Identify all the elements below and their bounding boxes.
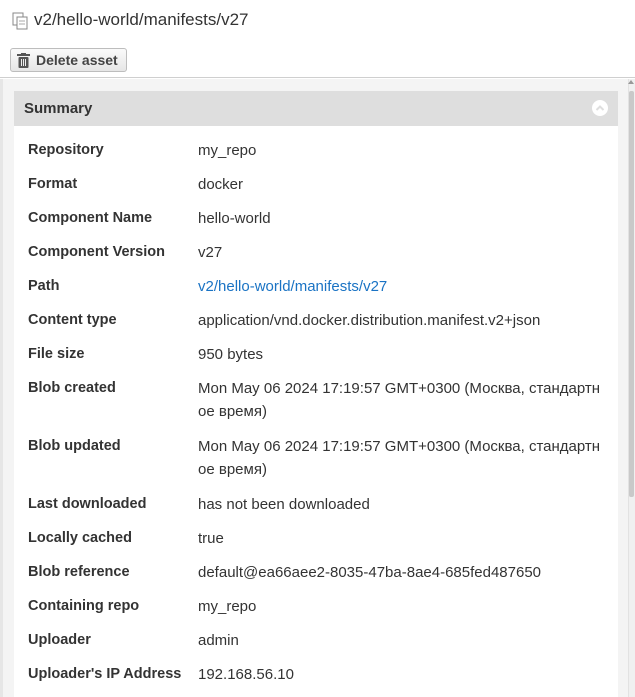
row-blob-updated: Blob updated Mon May 06 2024 17:19:57 GM… [14, 435, 618, 493]
row-label: Component Name [28, 210, 153, 226]
row-label: Blob updated [28, 438, 121, 454]
row-value: my_repo [198, 142, 257, 159]
path-link[interactable]: v2/hello-world/manifests/v27 [198, 275, 608, 309]
scroll-up-arrow-icon[interactable] [628, 80, 634, 84]
row-locally-cached: Locally cached true [14, 527, 618, 561]
row-value: docker [198, 176, 244, 193]
vertical-scrollbar[interactable] [628, 79, 635, 697]
content-area: Summary Repository my_repo Format docker… [0, 79, 635, 697]
row-label: Last downloaded [28, 496, 147, 512]
scrollbar-thumb[interactable] [629, 91, 634, 497]
chevron-up-icon [595, 105, 605, 111]
row-value: Mon May 06 2024 17:19:57 GMT+0300 (Москв… [198, 438, 601, 478]
title-bar: v2/hello-world/manifests/v27 [0, 0, 635, 42]
row-blob-created: Blob created Mon May 06 2024 17:19:57 GM… [14, 377, 618, 435]
delete-asset-label: Delete asset [36, 52, 118, 68]
row-label: Blob reference [28, 564, 130, 580]
summary-title: Summary [24, 100, 93, 117]
row-label: Uploader [28, 632, 91, 648]
row-label: File size [28, 346, 85, 362]
trash-icon [17, 52, 30, 68]
row-label: Uploader's IP Address [28, 666, 182, 682]
row-component-name: Component Name hello-world [14, 207, 618, 241]
row-label: Format [28, 176, 78, 192]
row-containing-repo: Containing repo my_repo [14, 595, 618, 629]
row-component-version: Component Version v27 [14, 241, 618, 275]
row-value: v27 [198, 244, 223, 261]
row-value: 192.168.56.10 [198, 666, 294, 683]
summary-rows: Repository my_repo Format docker Compone… [14, 139, 618, 697]
row-label: Component Version [28, 244, 165, 260]
copy-documents-icon [12, 12, 28, 30]
row-value: my_repo [198, 598, 257, 615]
row-value: has not been downloaded [198, 496, 370, 513]
row-value: true [198, 530, 224, 547]
row-uploader: Uploader admin [14, 629, 618, 663]
asset-title: v2/hello-world/manifests/v27 [34, 10, 249, 29]
delete-asset-button[interactable]: Delete asset [10, 48, 127, 72]
row-value: default@ea66aee2-8035-47ba-8ae4-685fed48… [198, 564, 542, 581]
row-label: Containing repo [28, 598, 140, 614]
row-path: Path v2/hello-world/manifests/v27 [14, 275, 618, 309]
row-blob-reference: Blob reference default@ea66aee2-8035-47b… [14, 561, 618, 595]
left-edge [0, 79, 3, 697]
toolbar: Delete asset [0, 42, 635, 78]
row-value: 950 bytes [198, 346, 264, 363]
row-value: hello-world [198, 210, 271, 227]
row-file-size: File size 950 bytes [14, 343, 618, 377]
row-value: Mon May 06 2024 17:19:57 GMT+0300 (Москв… [198, 380, 601, 420]
summary-panel: Summary Repository my_repo Format docker… [14, 91, 618, 697]
row-label: Locally cached [28, 530, 132, 546]
row-value: application/vnd.docker.distribution.mani… [198, 312, 541, 329]
row-label: Path [28, 278, 60, 294]
row-content-type: Content type application/vnd.docker.dist… [14, 309, 618, 343]
row-value: admin [198, 632, 239, 649]
row-uploader-ip: Uploader's IP Address 192.168.56.10 [14, 663, 618, 697]
row-label: Repository [28, 142, 104, 158]
row-last-downloaded: Last downloaded has not been downloaded [14, 493, 618, 527]
summary-header[interactable]: Summary [14, 91, 618, 126]
row-format: Format docker [14, 173, 618, 207]
row-label: Blob created [28, 380, 116, 396]
row-repository: Repository my_repo [14, 139, 618, 173]
row-label: Content type [28, 312, 117, 328]
collapse-button[interactable] [592, 100, 608, 116]
